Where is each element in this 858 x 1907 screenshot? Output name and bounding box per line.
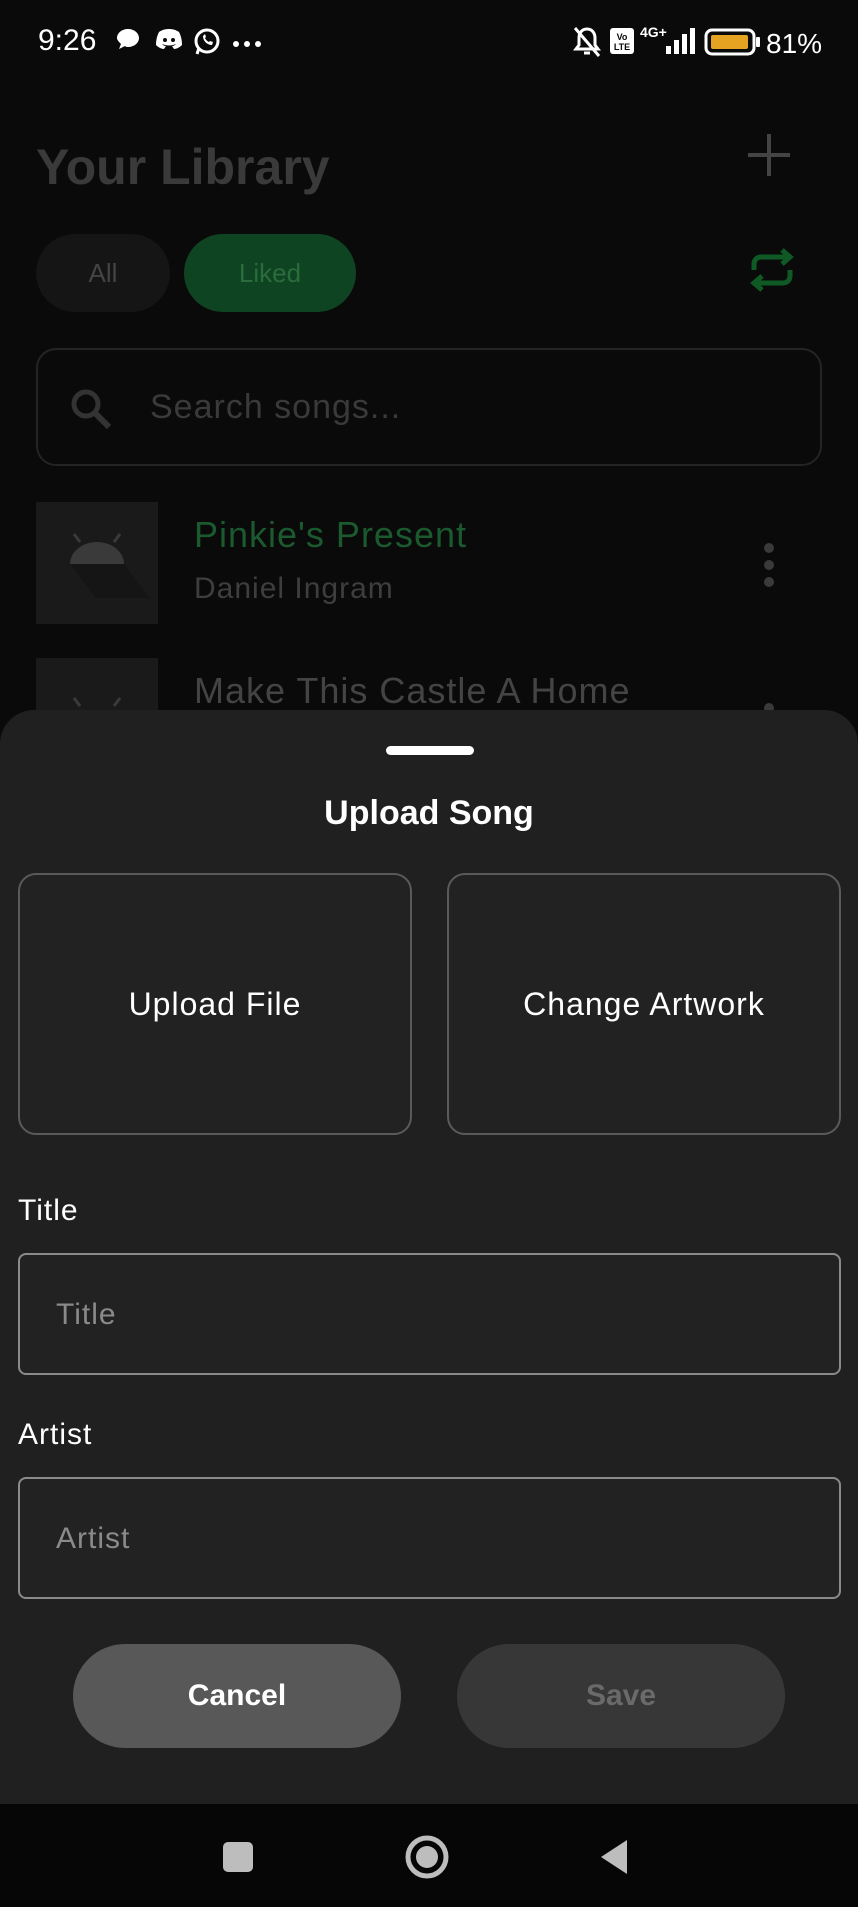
upload-song-sheet: Upload Song Upload File Change Artwork T… bbox=[0, 710, 858, 1804]
network-type: 4G+ bbox=[640, 24, 667, 40]
song-row[interactable]: Pinkie's Present Daniel Ingram bbox=[36, 502, 822, 626]
search-icon bbox=[71, 389, 112, 430]
home-icon[interactable] bbox=[402, 1832, 452, 1882]
more-notifications-icon bbox=[233, 41, 261, 47]
android-placeholder-icon bbox=[70, 533, 150, 598]
signal-icon bbox=[666, 28, 695, 54]
artist-input[interactable] bbox=[54, 1479, 818, 1599]
song-title: Pinkie's Present bbox=[194, 514, 467, 555]
volte-icon: VoLTE bbox=[610, 28, 634, 54]
bell-muted-icon bbox=[573, 27, 601, 57]
chat-bubble-icon bbox=[117, 29, 139, 49]
artist-field-label: Artist bbox=[18, 1418, 93, 1451]
svg-text:LTE: LTE bbox=[614, 42, 630, 52]
status-time: 9:26 bbox=[38, 24, 97, 57]
save-button[interactable]: Save bbox=[457, 1644, 785, 1748]
title-field-label: Title bbox=[18, 1194, 79, 1227]
filter-chip-liked[interactable]: Liked bbox=[184, 234, 356, 312]
status-bar: 9:26 Vo LTE 4G+ 81% bbox=[0, 0, 858, 90]
battery-percentage: 81% bbox=[766, 28, 823, 59]
change-artwork-button[interactable]: Change Artwork bbox=[447, 873, 841, 1135]
more-vertical-icon[interactable] bbox=[762, 542, 776, 588]
artist-field-box bbox=[18, 1477, 841, 1599]
battery-icon bbox=[704, 28, 760, 56]
song-artwork bbox=[36, 502, 158, 624]
song-title: Make This Castle A Home bbox=[194, 670, 631, 711]
title-input[interactable] bbox=[54, 1255, 818, 1375]
filter-chip-all[interactable]: All bbox=[36, 234, 170, 312]
sheet-title: Upload Song bbox=[324, 794, 534, 832]
upload-file-button[interactable]: Upload File bbox=[18, 873, 412, 1135]
whatsapp-icon bbox=[194, 28, 220, 55]
library-screen: Your Library All Liked Search songs... P… bbox=[0, 90, 858, 780]
discord-icon bbox=[156, 29, 182, 49]
add-icon[interactable] bbox=[744, 130, 794, 180]
search-bar[interactable]: Search songs... bbox=[36, 348, 822, 466]
search-placeholder: Search songs... bbox=[150, 388, 402, 426]
svg-text:Vo: Vo bbox=[617, 32, 628, 42]
drag-handle[interactable] bbox=[386, 746, 474, 755]
back-icon[interactable] bbox=[591, 1832, 641, 1882]
recent-apps-icon[interactable] bbox=[213, 1832, 263, 1882]
page-title: Your Library bbox=[36, 139, 330, 195]
song-artist: Daniel Ingram bbox=[194, 572, 394, 605]
repeat-icon[interactable] bbox=[742, 240, 802, 300]
title-field-box bbox=[18, 1253, 841, 1375]
system-nav-bar bbox=[0, 1804, 858, 1907]
cancel-button[interactable]: Cancel bbox=[73, 1644, 401, 1748]
